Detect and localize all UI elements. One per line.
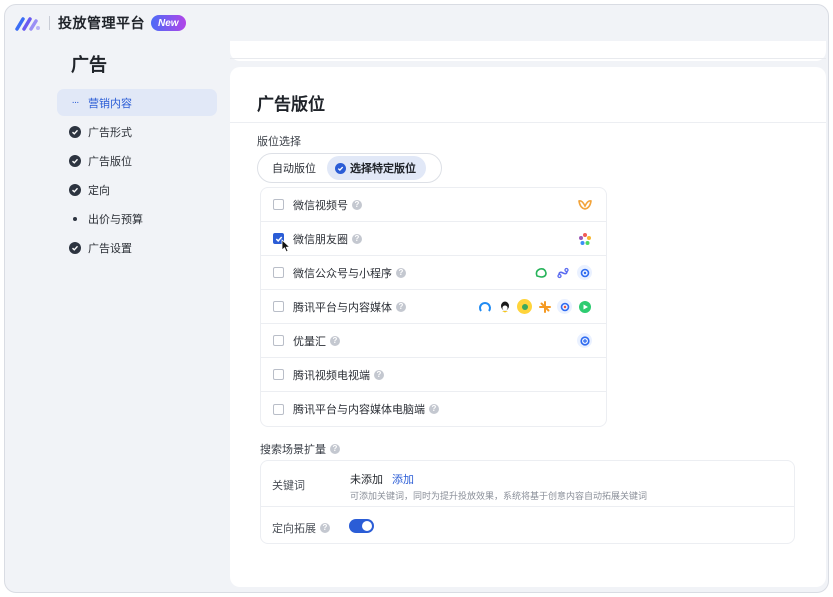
placement-row-channels[interactable]: 微信视频号 ?	[261, 188, 606, 222]
check-circle-icon	[335, 162, 346, 174]
help-icon[interactable]: ?	[352, 199, 362, 210]
keyword-row: 关键词 未添加 添加 可添加关键词，同时为提升投放效果，系统将基于创意内容自动拓…	[261, 461, 794, 507]
sidebar-item-label: 出价与预算	[88, 213, 143, 226]
search-expansion-title: 搜索场景扩量	[260, 444, 326, 456]
qq-browser-logo-icon	[517, 299, 532, 314]
placement-row-moments[interactable]: 微信朋友圈 ?	[261, 222, 606, 256]
placement-row-tencent-media[interactable]: 腾讯平台与内容媒体 ?	[261, 290, 606, 324]
qq-logo-icon	[497, 299, 512, 314]
placement-checkbox[interactable]	[273, 301, 284, 312]
app-title: 投放管理平台	[58, 15, 145, 31]
placement-list: 微信视频号 ? 微信朋友圈 ? 微信公众号与小程序 ? 腾讯平台与内容媒体 ? …	[260, 187, 607, 427]
help-icon[interactable]: ?	[352, 233, 362, 244]
search-expansion-label: 搜索场景扩量 ?	[260, 441, 340, 457]
tencent-app-logo-icon	[537, 299, 552, 314]
sidebar-item-label: 定向	[88, 184, 110, 197]
placement-label: 腾讯平台与内容媒体	[293, 301, 392, 314]
in-progress-icon: ···	[71, 97, 80, 108]
placement-card: 广告版位 版位选择 自动版位 选择特定版位 微信视频号 ? 微信朋友圈 ? 微信…	[230, 67, 826, 587]
placement-label: 微信视频号	[293, 199, 348, 212]
targeting-expansion-text: 定向拓展	[272, 523, 316, 535]
wechat-search-logo-icon	[577, 265, 592, 280]
sidebar-title: 广告	[71, 55, 107, 75]
placement-label: 优量汇	[293, 335, 326, 348]
targeting-expansion-toggle[interactable]	[349, 519, 374, 533]
specific-placement-option[interactable]: 选择特定版位	[327, 156, 426, 180]
placement-select-label: 版位选择	[257, 136, 301, 148]
help-icon[interactable]: ?	[320, 523, 330, 533]
sidebar-item-marketing-content[interactable]: ··· 营销内容	[57, 89, 217, 116]
platform-logo-icon[interactable]	[15, 13, 43, 33]
sidebar-item-bid-budget[interactable]: 出价与预算	[57, 205, 227, 232]
new-badge: New	[151, 15, 186, 31]
targeting-expansion-label: 定向拓展 ?	[272, 520, 330, 536]
check-circle-icon	[69, 183, 81, 196]
option-label: 自动版位	[272, 163, 316, 175]
mini-program-logo-icon	[555, 265, 570, 280]
keyword-description: 可添加关键词，同时为提升投放效果，系统将基于创意内容自动拓展关键词	[350, 491, 648, 501]
keyword-value: 未添加	[350, 474, 383, 486]
placement-checkbox[interactable]	[273, 267, 284, 278]
sidebar-item-targeting[interactable]: 定向	[57, 176, 227, 203]
keyword-label: 关键词	[272, 480, 305, 492]
help-icon[interactable]: ?	[429, 404, 439, 414]
help-icon[interactable]: ?	[374, 369, 384, 380]
sidebar-item-ad-settings[interactable]: 广告设置	[57, 234, 227, 261]
sidebar-item-label: 广告形式	[88, 126, 132, 139]
moments-logo-icon	[577, 231, 592, 246]
sidebar-item-label: 广告设置	[88, 242, 132, 255]
sidebar-item-ad-format[interactable]: 广告形式	[57, 118, 227, 145]
option-label: 选择特定版位	[350, 163, 416, 175]
placement-row-tencent-video-tv[interactable]: 腾讯视频电视端 ?	[261, 358, 606, 392]
placement-checkbox[interactable]	[273, 335, 284, 346]
placement-checkbox[interactable]	[273, 403, 284, 415]
page-title: 广告版位	[257, 95, 325, 114]
toggle-knob	[362, 521, 372, 531]
help-icon[interactable]: ?	[396, 301, 406, 312]
channels-logo-icon	[577, 197, 592, 212]
help-icon[interactable]: ?	[330, 444, 340, 454]
tencent-news-logo-icon	[477, 299, 492, 314]
mouse-cursor-icon	[281, 239, 291, 253]
tencent-video-logo-icon	[557, 299, 572, 314]
placement-checkbox[interactable]	[273, 369, 284, 380]
title-divider	[230, 122, 826, 123]
sidebar-item-label: 营销内容	[88, 97, 132, 110]
previous-card-edge	[230, 41, 826, 61]
top-bar: 投放管理平台 New	[5, 5, 828, 41]
search-expansion-panel: 关键词 未添加 添加 可添加关键词，同时为提升投放效果，系统将基于创意内容自动拓…	[260, 460, 795, 544]
sidebar-item-placement[interactable]: 广告版位	[57, 147, 227, 174]
targeting-expansion-row: 定向拓展 ?	[261, 507, 794, 545]
placement-label: 微信公众号与小程序	[293, 267, 392, 280]
header-divider	[49, 16, 50, 30]
app-window: 投放管理平台 New 广告 ··· 营销内容 广告形式 广告版位 定向 出价与预…	[4, 4, 829, 593]
play-logo-icon	[577, 299, 592, 314]
placement-label: 腾讯平台与内容媒体电脑端	[293, 404, 425, 416]
placement-checkbox[interactable]	[273, 199, 284, 210]
official-account-logo-icon	[533, 265, 548, 280]
youlianghui-logo-icon	[577, 333, 592, 348]
add-keyword-link[interactable]: 添加	[392, 471, 414, 487]
auto-placement-option[interactable]: 自动版位	[261, 156, 327, 180]
placement-label: 腾讯视频电视端	[293, 369, 370, 382]
check-circle-icon	[69, 125, 81, 138]
sidebar: 广告 ··· 营销内容 广告形式 广告版位 定向 出价与预算 广告设置	[57, 47, 227, 263]
placement-row-official-account[interactable]: 微信公众号与小程序 ?	[261, 256, 606, 290]
help-icon[interactable]: ?	[396, 267, 406, 278]
check-circle-icon	[69, 154, 81, 167]
bullet-dot-icon	[69, 213, 81, 225]
sidebar-item-label: 广告版位	[88, 155, 132, 168]
placement-mode-segmented: 自动版位 选择特定版位	[257, 153, 442, 183]
placement-label: 微信朋友圈	[293, 233, 348, 246]
placement-row-tencent-media-pc[interactable]: 腾讯平台与内容媒体电脑端 ?	[261, 392, 606, 426]
check-circle-icon	[69, 241, 81, 254]
placement-row-youlianghui[interactable]: 优量汇 ?	[261, 324, 606, 358]
help-icon[interactable]: ?	[330, 335, 340, 346]
